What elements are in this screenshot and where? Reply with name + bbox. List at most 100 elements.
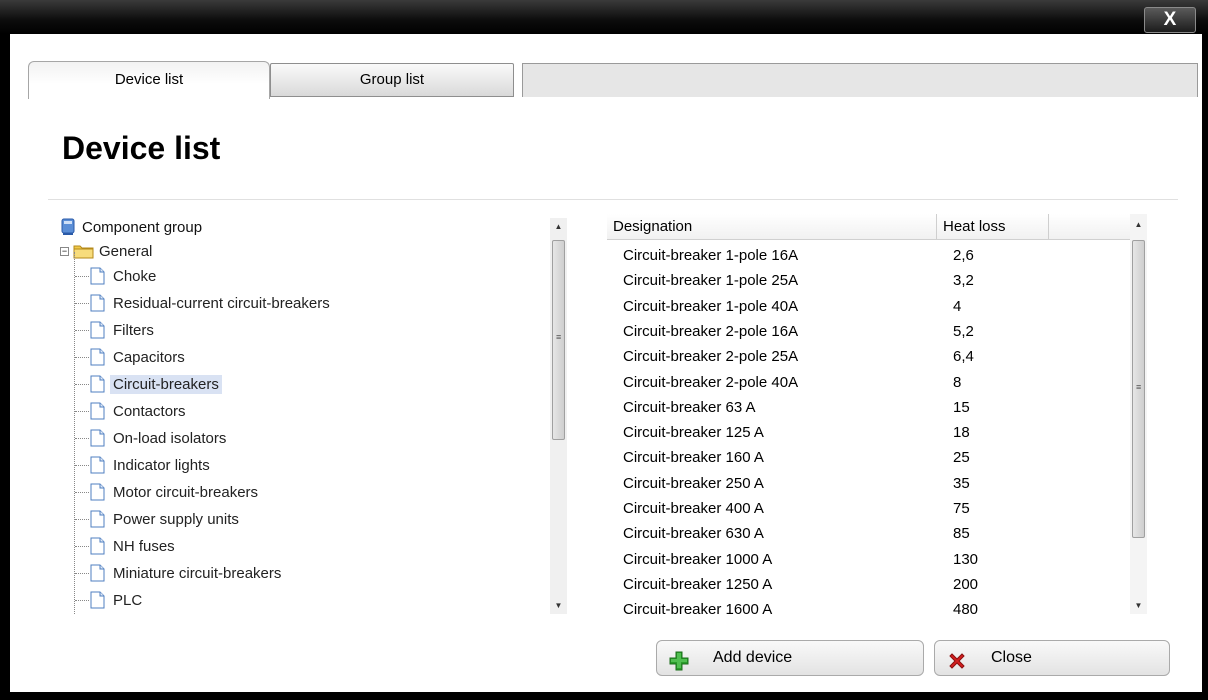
tree-line [75,276,89,277]
table-row[interactable]: Circuit-breaker 1250 A 200 [607,572,1131,597]
table-row[interactable]: Circuit-breaker 250 A 35 [607,471,1131,496]
divider [48,199,1178,200]
table-row[interactable]: Circuit-breaker 2-pole 40A 8 [607,370,1131,395]
document-icon [90,456,105,474]
tree-item[interactable]: Contactors [90,400,186,422]
column-header-heat-loss[interactable]: Heat loss [937,214,1049,239]
tree-item[interactable]: Choke [90,265,156,287]
tree-item[interactable]: NH fuses [90,535,175,557]
cell-designation: Circuit-breaker 630 A [623,525,764,543]
scroll-thumb[interactable]: ≡ [552,240,565,440]
tree-item-label: Choke [113,267,157,285]
tree-line [75,600,89,601]
table-row[interactable]: Circuit-breaker 1600 A 480 [607,597,1131,614]
cell-heat-loss: 35 [953,474,970,492]
tree-item[interactable]: Residual-current circuit-breakers [90,292,330,314]
column-header-filler [1049,214,1131,239]
tree-item-label: Circuit-breakers [110,374,222,394]
table-row[interactable]: Circuit-breaker 125 A 18 [607,420,1131,445]
scroll-grip: ≡ [556,332,562,342]
table-row[interactable]: Circuit-breaker 2-pole 16A 5,2 [607,319,1131,344]
tree-root[interactable]: Component group [60,217,202,237]
tree-item[interactable]: Filters [90,319,154,341]
plus-icon [669,651,689,671]
table-row[interactable]: Circuit-breaker 1-pole 16A 2,6 [607,243,1131,268]
window-close-button[interactable]: X [1144,7,1196,33]
cell-heat-loss: 6,4 [953,348,974,366]
table-row[interactable]: Circuit-breaker 630 A 85 [607,521,1131,546]
table-row[interactable]: Circuit-breaker 63 A 15 [607,395,1131,420]
table-row[interactable]: Circuit-breaker 1-pole 25A 3,2 [607,268,1131,293]
tree-root-label: Component group [82,218,203,236]
tree-line [75,384,89,385]
cell-heat-loss: 480 [953,601,979,614]
tree-line [75,546,89,547]
cell-designation: Circuit-breaker 63 A [623,398,756,416]
document-icon [90,267,105,285]
scroll-down-arrow[interactable]: ▼ [550,597,567,614]
table-row[interactable]: Circuit-breaker 2-pole 25A 6,4 [607,344,1131,369]
tab-group-list[interactable]: Group list [270,63,514,97]
tree-item[interactable]: Power supply units [90,508,239,530]
tree-line [75,438,89,439]
tree-scrollbar[interactable]: ▲ ≡ ▼ [550,218,567,614]
tree-line [75,465,89,466]
tree-line [75,303,89,304]
document-icon [90,294,105,312]
document-icon [90,564,105,582]
table-row[interactable]: Circuit-breaker 400 A 75 [607,496,1131,521]
document-icon [90,483,105,501]
table-row[interactable]: Circuit-breaker 1000 A 130 [607,547,1131,572]
scroll-up-arrow[interactable]: ▲ [1130,216,1147,233]
tab-device-list[interactable]: Device list [28,61,270,99]
cell-designation: Circuit-breaker 1250 A [623,575,773,593]
add-device-button[interactable]: Add device [656,640,924,676]
folder-icon [73,245,94,259]
cell-designation: Circuit-breaker 1-pole 16A [623,247,799,264]
tree-item[interactable]: Indicator lights [90,454,210,476]
document-icon [90,537,105,555]
collapse-icon[interactable]: − [60,246,69,256]
tree-item[interactable]: Circuit-breakers [90,373,222,395]
tree-item-label: Motor circuit-breakers [113,483,259,501]
column-header-designation[interactable]: Designation [607,214,937,239]
table-scrollbar[interactable]: ▲ ≡ ▼ [1130,214,1147,614]
scroll-thumb[interactable]: ≡ [1132,240,1145,538]
table-row[interactable]: Circuit-breaker 1-pole 40A 4 [607,294,1131,319]
tree-item-label: Power supply units [113,510,239,528]
document-icon [90,321,105,339]
tree-line [74,252,75,614]
cell-designation: Circuit-breaker 160 A [623,449,764,467]
tree-line [75,330,89,331]
scroll-down-arrow[interactable]: ▼ [1130,597,1147,614]
scroll-up-arrow[interactable]: ▲ [550,218,567,235]
tab-bar-background [522,63,1198,97]
component-tree: Component group − General Choke Residual-… [50,210,565,614]
close-button[interactable]: Close [934,640,1170,676]
tree-line [75,573,89,574]
tree-line [75,519,89,520]
tree-item-label: NH fuses [113,537,175,555]
page-title: Device list [62,130,221,166]
cell-heat-loss: 200 [953,575,979,593]
add-device-label: Add device [713,649,793,666]
tree-item-label: Indicator lights [113,456,210,474]
table-row[interactable]: Circuit-breaker 160 A 25 [607,445,1131,470]
cell-designation: Circuit-breaker 400 A [623,500,764,517]
tree-item[interactable]: Capacitors [90,346,185,368]
cell-heat-loss: 25 [953,449,970,467]
tree-item[interactable]: On-load isolators [90,427,226,449]
tree-item[interactable]: Miniature circuit-breakers [90,562,281,584]
tree-item-label: Miniature circuit-breakers [113,564,282,582]
table-header: Designation Heat loss [607,214,1131,240]
cell-designation: Circuit-breaker 1-pole 40A [623,297,799,315]
x-icon [949,653,965,669]
cell-heat-loss: 85 [953,525,970,543]
tree-item[interactable]: Motor circuit-breakers [90,481,258,503]
tree-item-label: Residual-current circuit-breakers [113,294,330,312]
document-icon [90,348,105,366]
database-icon [61,218,75,235]
document-icon [90,429,105,447]
tree-item[interactable]: PLC [90,589,142,611]
tree-item-label: Filters [113,321,154,339]
